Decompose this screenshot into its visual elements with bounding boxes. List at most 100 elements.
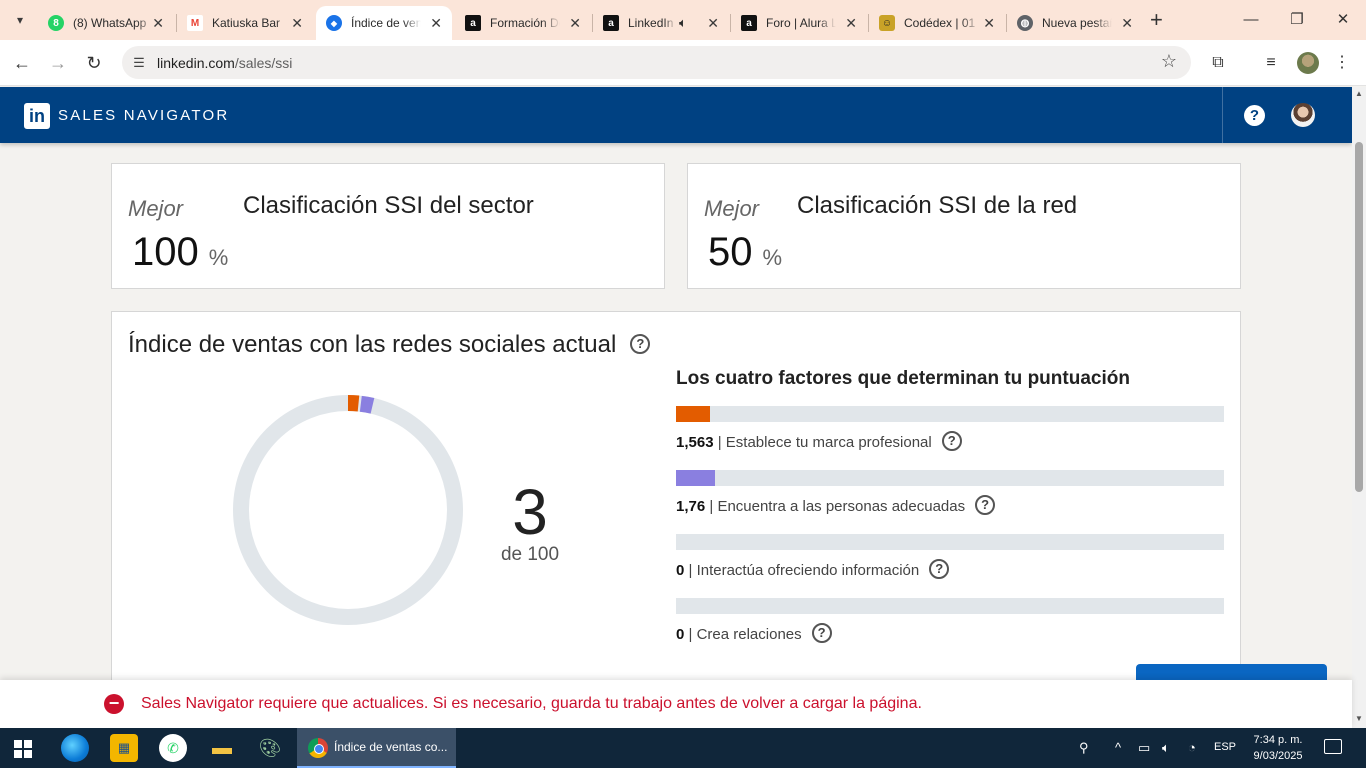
compass-icon: ◆ xyxy=(326,15,342,31)
url-host: linkedin.com xyxy=(157,55,235,71)
ssi-card: Índice de ventas con las redes sociales … xyxy=(111,311,1241,711)
store-icon[interactable]: ▦ xyxy=(110,734,138,762)
page-scrollbar[interactable]: ▲ ▼ xyxy=(1352,87,1366,728)
tab-linkedin[interactable]: a LinkedIn 🔈︎ ✕ xyxy=(593,6,729,40)
factor-value: 0 xyxy=(676,561,685,579)
scroll-up-arrow-icon[interactable]: ▲ xyxy=(1355,89,1363,98)
factor-label: 1,76 | Encuentra a las personas adecuada… xyxy=(676,495,1224,517)
factor-fill xyxy=(676,406,711,422)
windows-start-icon[interactable] xyxy=(14,740,32,758)
url-path: /sales/ssi xyxy=(234,55,293,71)
media-control-icon[interactable]: ≡ xyxy=(1259,51,1283,75)
score-max: de 100 xyxy=(500,544,560,565)
rank-value: 100% xyxy=(132,230,228,275)
factor-label: 0 | Crea relaciones? xyxy=(676,623,1224,645)
close-icon[interactable]: ✕ xyxy=(569,15,581,31)
close-icon[interactable]: ✕ xyxy=(430,15,442,31)
industry-rank-card: Mejor Clasificación SSI del sector 100% xyxy=(111,163,665,289)
restore-button[interactable]: ❐ xyxy=(1274,6,1320,34)
notifications-icon[interactable] xyxy=(1324,739,1342,754)
donut-segment-2 xyxy=(359,395,375,414)
error-stop-icon: − xyxy=(104,694,124,714)
tab-gmail[interactable]: M Katiuska Bar ✕ xyxy=(177,6,313,40)
language-indicator[interactable]: ESP xyxy=(1214,741,1236,753)
whatsapp-taskbar-icon[interactable]: ✆ xyxy=(159,734,187,762)
system-clock[interactable]: 7:34 p. m. 9/03/2025 xyxy=(1250,732,1306,764)
help-circle-icon[interactable]: ? xyxy=(630,333,651,354)
rank-unit: % xyxy=(208,245,229,270)
speaker-icon[interactable]: 🔈︎ xyxy=(679,15,687,31)
address-bar[interactable]: ☰ linkedin.com/sales/ssi ☆ xyxy=(122,46,1191,79)
user-avatar[interactable] xyxy=(1291,103,1315,127)
chevron-up-icon[interactable]: ^ xyxy=(1115,740,1121,755)
rank-value: 50% xyxy=(708,230,782,275)
new-tab-button[interactable]: + xyxy=(1150,8,1163,32)
close-icon[interactable]: ✕ xyxy=(1121,15,1133,31)
close-icon[interactable]: ✕ xyxy=(152,15,164,31)
factors-title: Los cuatro factores que determinan tu pu… xyxy=(676,368,1130,389)
forward-button[interactable]: → xyxy=(46,51,70,75)
factor-value: 1,563 xyxy=(676,433,714,451)
clock-date: 9/03/2025 xyxy=(1253,750,1303,762)
factor-value: 0 xyxy=(676,625,685,643)
tab-ssi-active[interactable]: ◆ Índice de ventas con las redes sociale… xyxy=(316,6,452,40)
factor-text: Encuentra a las personas adecuadas xyxy=(717,497,966,515)
taskbar-chrome-window[interactable]: Índice de ventas co... xyxy=(297,728,456,768)
help-circle-icon[interactable]: ? xyxy=(975,495,996,515)
factor-people: 1,76 | Encuentra a las personas adecuada… xyxy=(676,470,1224,517)
ssi-donut-chart xyxy=(233,395,463,625)
help-circle-icon[interactable]: ? xyxy=(941,431,962,451)
alura-icon: a xyxy=(603,15,619,31)
chrome-icon xyxy=(308,738,328,758)
paint-icon[interactable]: 🎨︎ xyxy=(256,734,284,762)
wifi-icon[interactable]: ◔ xyxy=(1188,740,1196,755)
alura-icon: a xyxy=(741,15,757,31)
bookmark-star-icon[interactable]: ☆ xyxy=(1161,51,1177,72)
people-icon[interactable]: ⚲ xyxy=(1079,740,1089,756)
tab-title: Codédex | 01 xyxy=(904,16,976,30)
scroll-down-arrow-icon[interactable]: ▼ xyxy=(1355,714,1363,723)
menu-kebab-icon[interactable]: ⋮ xyxy=(1330,51,1354,75)
factor-fill xyxy=(676,470,715,486)
file-explorer-icon[interactable]: ▬ xyxy=(208,734,236,762)
close-icon[interactable]: ✕ xyxy=(707,15,719,31)
volume-icon[interactable]: 🔈︎ xyxy=(1162,740,1170,756)
close-icon[interactable]: ✕ xyxy=(983,15,995,31)
whatsapp-icon: 8 xyxy=(48,15,64,31)
site-settings-icon[interactable]: ☰ xyxy=(130,54,148,72)
profile-avatar[interactable] xyxy=(1297,52,1319,74)
brand-title[interactable]: SALES NAVIGATOR xyxy=(58,107,229,124)
codedex-icon: ☺ xyxy=(879,15,895,31)
tab-title: Índice de ventas con las redes sociales xyxy=(351,16,421,30)
close-icon[interactable]: ✕ xyxy=(291,15,303,31)
extensions-icon[interactable]: ⧉ xyxy=(1206,51,1230,75)
url-text[interactable]: linkedin.com/sales/ssi xyxy=(157,55,292,71)
edge-icon[interactable] xyxy=(61,734,89,762)
help-circle-icon[interactable]: ? xyxy=(811,623,832,643)
network-rank-card: Mejor Clasificación SSI de la red 50% xyxy=(687,163,1241,289)
tab-codedex[interactable]: ☺ Codédex | 01 ✕ xyxy=(869,6,1005,40)
header-divider xyxy=(1222,87,1223,143)
alura-icon: a xyxy=(465,15,481,31)
ime-icon[interactable]: ▭ xyxy=(1138,740,1150,756)
close-window-button[interactable]: ✕ xyxy=(1320,6,1366,34)
ssi-title-text: Índice de ventas con las redes sociales … xyxy=(128,331,617,358)
help-icon[interactable]: ? xyxy=(1244,105,1265,126)
minimize-button[interactable]: — xyxy=(1228,6,1274,34)
linkedin-logo-icon[interactable]: in xyxy=(24,103,50,129)
tab-whatsapp[interactable]: 8 (8) WhatsApp ✕ xyxy=(38,6,174,40)
help-circle-icon[interactable]: ? xyxy=(929,559,950,579)
globe-icon: ◍ xyxy=(1017,15,1033,31)
tab-title: Katiuska Bar xyxy=(212,16,281,30)
close-icon[interactable]: ✕ xyxy=(845,15,857,31)
back-button[interactable]: ← xyxy=(10,51,34,75)
rank-unit: % xyxy=(762,245,783,270)
taskbar-window-title: Índice de ventas co... xyxy=(334,740,448,754)
tab-search-button[interactable]: ▾ xyxy=(6,6,34,34)
tab-title: Formación De xyxy=(490,16,560,30)
scroll-thumb[interactable] xyxy=(1355,142,1363,492)
tab-foro[interactable]: a Foro | Alura L ✕ xyxy=(731,6,867,40)
tab-formacion[interactable]: a Formación De ✕ xyxy=(455,6,591,40)
tab-new[interactable]: ◍ Nueva pestaña ✕ xyxy=(1007,6,1143,40)
reload-button[interactable]: ↻ xyxy=(82,51,106,75)
